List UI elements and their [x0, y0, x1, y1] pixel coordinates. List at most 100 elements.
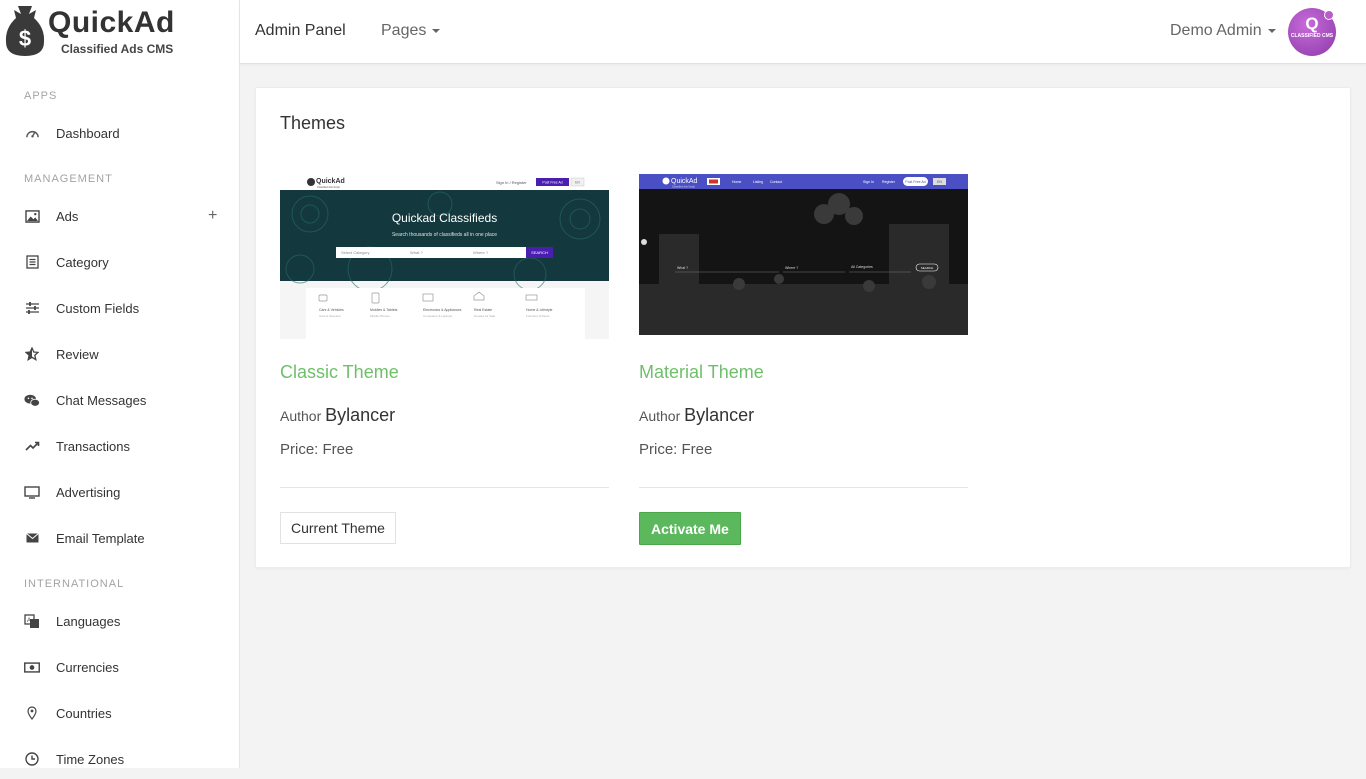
brand-name: QuickAd: [48, 6, 175, 39]
preview-cat-3: Electronics & Appliances: [423, 308, 462, 312]
preview-register: Register: [882, 180, 896, 184]
money-bag-icon: $: [5, 6, 45, 56]
sidebar-item-time-zones[interactable]: Time Zones: [0, 739, 239, 779]
translate-icon: A: [24, 613, 40, 629]
sidebar-item-currencies[interactable]: Currencies: [0, 647, 239, 687]
divider: [280, 487, 609, 488]
sidebar-item-label: Advertising: [56, 484, 121, 500]
author-label: Author: [280, 408, 322, 424]
sidebar-item-label: Review: [56, 346, 99, 362]
image-icon: [24, 208, 40, 224]
sidebar-item-custom-fields[interactable]: Custom Fields: [0, 288, 239, 328]
brand-subtitle: Classified Ads CMS: [61, 42, 174, 56]
sidebar-item-advertising[interactable]: Advertising: [0, 472, 239, 512]
theme-name-material[interactable]: Material Theme: [639, 362, 764, 383]
preview-cat-2: Mobiles & Tablets: [370, 308, 398, 312]
preview-nav-contact: Contact: [770, 180, 782, 184]
preview-search-what: What ?: [410, 250, 423, 255]
sidebar-item-label: Email Template: [56, 530, 145, 546]
sidebar-item-review[interactable]: Review: [0, 334, 239, 374]
monitor-icon: [24, 484, 40, 500]
theme-author-classic: Author Bylancer: [280, 405, 395, 426]
sidebar-item-label: Category: [56, 254, 109, 270]
avatar[interactable]: Q CLASSIFIED CMS: [1288, 8, 1336, 56]
sidebar-item-chat-messages[interactable]: Chat Messages: [0, 380, 239, 420]
material-preview-image: QuickAd Classified Ads Script Home Listi…: [639, 174, 968, 339]
author-name: Bylancer: [684, 405, 755, 425]
user-dropdown[interactable]: Demo Admin: [1170, 22, 1276, 40]
theme-card-classic: QuickAd Classified Ads Script Sign In / …: [280, 174, 609, 544]
preview-post: Post Free Ad: [542, 181, 562, 185]
sidebar-item-ads[interactable]: Ads +: [0, 196, 239, 236]
preview-signin: Sign In / Register: [496, 180, 527, 185]
preview-sub-5: Furniture & Decor: [526, 314, 550, 318]
svg-text:$: $: [19, 26, 31, 51]
map-pin-icon: [24, 705, 40, 721]
avatar-text: CLASSIFIED CMS: [1290, 33, 1334, 39]
sidebar-item-label: Countries: [56, 705, 112, 721]
top-navbar: Admin Panel Pages Demo Admin Q CLASSIFIE…: [240, 0, 1366, 64]
sidebar-item-email-template[interactable]: Email Template: [0, 518, 239, 558]
pages-dropdown-label: Pages: [381, 22, 427, 39]
sidebar-item-label: Dashboard: [56, 125, 120, 141]
current-theme-button[interactable]: Current Theme: [280, 512, 396, 544]
preview-cat-4: Real Estate: [474, 308, 492, 312]
sidebar-item-countries[interactable]: Countries: [0, 693, 239, 733]
chat-icon: [24, 392, 40, 408]
sidebar-item-label: Chat Messages: [56, 392, 147, 408]
user-name: Demo Admin: [1170, 22, 1262, 39]
notification-dot-icon: [1324, 10, 1334, 20]
sidebar-item-label: Custom Fields: [56, 300, 140, 316]
expand-plus-icon[interactable]: +: [208, 207, 217, 225]
preview-hero-sub: Search thousands of classifieds all in o…: [392, 232, 497, 238]
envelope-icon: [24, 530, 40, 546]
theme-price-classic: Price: Free: [280, 441, 354, 458]
themes-card: Themes QuickAd Classified Ads Script Sig…: [255, 87, 1351, 568]
dashboard-icon: [24, 125, 40, 141]
clock-icon: [24, 751, 40, 767]
preview-search-where: Where ?: [473, 250, 489, 255]
preview-cat-1: Cars & Vehicles: [319, 308, 344, 312]
preview-brand: QuickAd: [671, 178, 698, 185]
preview-sub-1: Cars & Scooters: [319, 314, 341, 318]
svg-text:A: A: [27, 618, 31, 624]
preview-search-btn: SEARCH: [921, 266, 934, 270]
admin-panel-link[interactable]: Admin Panel: [255, 22, 346, 40]
preview-hero-title: Quickad Classifieds: [392, 211, 497, 225]
section-international-title: INTERNATIONAL: [24, 578, 125, 590]
money-icon: [24, 659, 40, 675]
sidebar-item-label: Currencies: [56, 659, 119, 675]
brand-logo[interactable]: $ QuickAd Classified Ads CMS: [0, 0, 239, 64]
sidebar-item-dashboard[interactable]: Dashboard: [0, 113, 239, 153]
sidebar: $ QuickAd Classified Ads CMS APPS Dashbo…: [0, 0, 240, 768]
preview-search-btn: SEARCH: [531, 250, 548, 255]
theme-name-classic[interactable]: Classic Theme: [280, 362, 399, 383]
theme-card-material: QuickAd Classified Ads Script Home Listi…: [639, 174, 968, 545]
preview-brand-sub: Classified Ads Script: [672, 186, 695, 189]
preview-sub-4: Houses for Sale: [474, 314, 496, 318]
sidebar-item-languages[interactable]: A Languages: [0, 601, 239, 641]
sidebar-item-category[interactable]: Category: [0, 242, 239, 282]
author-label: Author: [639, 408, 681, 424]
preview-brand: QuickAd: [316, 178, 345, 185]
sidebar-item-label: Languages: [56, 613, 121, 629]
pages-dropdown[interactable]: Pages: [381, 22, 441, 40]
sidebar-item-label: Ads: [56, 208, 79, 224]
theme-preview-material[interactable]: QuickAd Classified Ads Script Home Listi…: [639, 174, 968, 339]
divider: [639, 487, 968, 488]
preview-nav-home: Home: [732, 180, 741, 184]
section-management-title: MANAGEMENT: [24, 173, 113, 185]
preview-signin: Sign In: [863, 180, 874, 184]
theme-preview-classic[interactable]: QuickAd Classified Ads Script Sign In / …: [280, 174, 609, 339]
caret-down-icon: [1267, 28, 1276, 33]
preview-sub-3: Computers & Laptops: [423, 314, 453, 318]
preview-post: Post Free Ad: [905, 180, 925, 184]
sliders-icon: [24, 300, 40, 316]
theme-price-material: Price: Free: [639, 441, 713, 458]
preview-cat-5: Home & Lifestyle: [526, 308, 553, 312]
sidebar-item-transactions[interactable]: Transactions: [0, 426, 239, 466]
activate-theme-button[interactable]: Activate Me: [639, 512, 741, 545]
preview-lang: EN: [575, 181, 580, 185]
classic-preview-image: QuickAd Classified Ads Script Sign In / …: [280, 174, 609, 339]
preview-lang: EN: [937, 180, 942, 184]
